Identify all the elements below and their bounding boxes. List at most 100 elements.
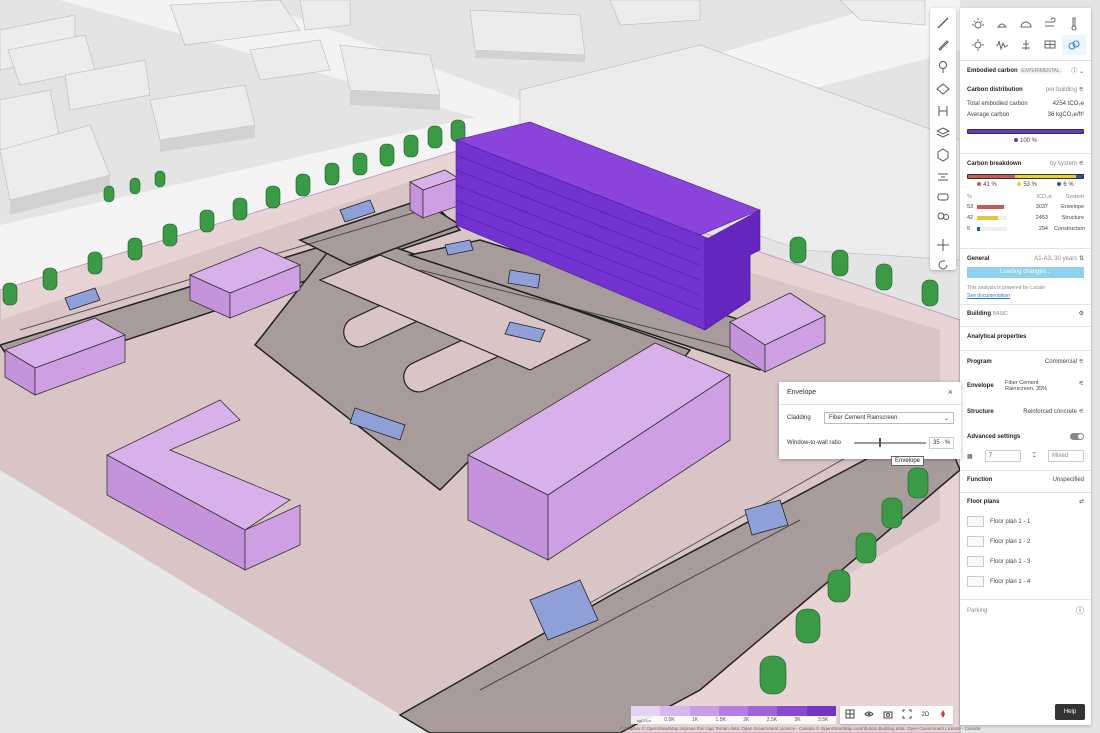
carbon-distribution-mode[interactable]: per building	[1046, 87, 1077, 93]
chevron-down-icon: ⌄	[943, 415, 949, 422]
envelope-value[interactable]: Fiber Cement Rainscreen, 35%	[1005, 380, 1067, 392]
help-button[interactable]: Help	[1055, 704, 1085, 720]
dome-icon[interactable]	[1014, 14, 1038, 34]
microclimate-icon[interactable]	[1014, 35, 1038, 55]
distribution-pct: 100 %	[1019, 138, 1037, 144]
compass-icon[interactable]	[938, 709, 948, 721]
function-label: Function	[967, 477, 993, 483]
cube-icon[interactable]	[933, 146, 953, 164]
function-value[interactable]: Unspecified	[1053, 477, 1084, 483]
general-row: General A1-A3, 30 years ⇅	[967, 255, 1084, 263]
floor-plans-label: Floor plans	[967, 498, 1000, 505]
adjust-icon[interactable]: ⇅	[1079, 256, 1084, 262]
pen-icon[interactable]	[933, 36, 953, 54]
parking-label: Parking	[967, 607, 988, 614]
distribution-pct-row: 100 %	[967, 138, 1084, 144]
embodied-carbon-icon[interactable]	[1062, 35, 1086, 55]
help-icon[interactable]: ⓘ	[1071, 69, 1077, 75]
building-badge: BASIC	[992, 310, 1008, 317]
breakdown-table-header: % tCO₂e System	[967, 194, 1084, 200]
scale-color-cell	[748, 706, 778, 716]
fit-view-icon[interactable]	[902, 709, 912, 721]
grid-icon[interactable]	[845, 709, 855, 721]
height-input[interactable]: Mixed	[1048, 450, 1084, 462]
floor-plan-item[interactable]: Floor plan 1 - 4	[967, 576, 1084, 587]
tree-icon[interactable]	[933, 58, 953, 76]
breakdown-bar	[967, 174, 1084, 179]
scale-color-cell	[806, 706, 836, 716]
total-carbon-row: Total embodied carbon 4254 tCO₂e	[967, 101, 1084, 107]
close-icon[interactable]: ×	[948, 387, 953, 397]
advanced-row: Advanced settings	[967, 433, 1084, 440]
breakdown-row-bar	[977, 227, 1007, 231]
tool-strip	[930, 8, 956, 270]
structure-label: Structure	[967, 408, 994, 415]
cladding-select[interactable]: Fiber Cement Rainscreen ⌄	[824, 412, 954, 424]
settings-sliders-icon[interactable]: ⚟	[1079, 87, 1084, 93]
program-label: Program	[967, 358, 992, 365]
settings-sliders-icon[interactable]: ⚟	[1079, 409, 1084, 415]
settings-sliders-icon[interactable]: ⚟	[1079, 359, 1084, 365]
floor-plan-thumbnail	[967, 516, 984, 527]
analysis-panel: Embodied carbon EXPERIMENTAL ⓘ ⌄ Carbon …	[960, 8, 1091, 725]
floors-input[interactable]: 7	[984, 450, 1021, 462]
move-icon[interactable]	[933, 236, 953, 254]
envelope-dialog: Envelope × Cladding Fiber Cement Rainscr…	[779, 382, 961, 459]
trees-icon[interactable]	[933, 208, 953, 226]
breakdown-row-bar	[977, 205, 1007, 209]
breakdown-mode[interactable]: by system	[1050, 161, 1077, 167]
carbon-distribution-row: Carbon distribution per building ⚟	[967, 86, 1084, 94]
program-value[interactable]: Commercial	[1045, 359, 1077, 365]
stack-icon[interactable]	[933, 124, 953, 142]
view-mode-toggle[interactable]: 2D	[921, 712, 929, 718]
powered-text-row: This analysis is powered by c.scale	[967, 285, 1084, 291]
structure-value[interactable]: Reinforced concrete	[1023, 409, 1077, 415]
advanced-toggle[interactable]	[1070, 433, 1084, 440]
draw-line-icon[interactable]	[933, 14, 953, 32]
chevron-down-icon[interactable]: ⌄	[1079, 69, 1084, 75]
general-label: General	[967, 255, 990, 262]
noise-icon[interactable]	[990, 35, 1014, 55]
documentation-link[interactable]: See documentation	[967, 293, 1010, 299]
height-icon: ⌶	[1032, 452, 1037, 459]
floor-plan-item[interactable]: Floor plan 1 - 1	[967, 516, 1084, 527]
sun-hours-icon[interactable]	[966, 35, 990, 55]
envelope-tooltip: Envelope	[891, 456, 925, 466]
floor-plan-item[interactable]: Floor plan 1 - 2	[967, 536, 1084, 547]
analysis-toolbar-2	[966, 35, 1086, 55]
wind-icon[interactable]	[1038, 14, 1062, 34]
layer-icon[interactable]	[933, 80, 953, 98]
road-icon[interactable]	[933, 168, 953, 186]
solar-panel-icon[interactable]	[1038, 35, 1062, 55]
breakdown-row-bar	[977, 216, 1007, 220]
settings-gear-icon[interactable]: ⚙	[1079, 310, 1084, 317]
floor-plans-row: Floor plans ⇄	[967, 498, 1084, 506]
parking-icon[interactable]	[933, 188, 953, 206]
breakdown-table-row: 42 2453 Structure	[967, 215, 1084, 221]
analysis-toolbar	[966, 14, 1086, 34]
camera-icon[interactable]	[883, 709, 893, 721]
settings-sliders-icon[interactable]: ⚟	[1079, 161, 1084, 167]
section-title: Embodied carbon	[967, 67, 1018, 74]
rotate-icon[interactable]	[933, 256, 953, 274]
scale-color-cell	[777, 706, 807, 716]
avg-carbon-row: Average carbon 36 kgCO₂e/ft²	[967, 112, 1084, 118]
sun-icon[interactable]	[966, 14, 990, 34]
thermometer-icon[interactable]	[1062, 14, 1086, 34]
swap-icon[interactable]: ⇄	[1079, 498, 1084, 505]
carbon-breakdown-row: Carbon breakdown by system ⚟	[967, 160, 1084, 168]
dimension-icon[interactable]	[933, 102, 953, 120]
map-attribution[interactable]: © Mapbox © OpenStreetMap Improve this ma…	[620, 726, 1095, 731]
wwr-slider[interactable]	[854, 438, 926, 447]
help-circle-icon[interactable]: ⓘ	[1076, 605, 1084, 616]
floor-plan-item[interactable]: Floor plan 1 - 3	[967, 556, 1084, 567]
settings-sliders-icon[interactable]: ⚟	[1079, 380, 1084, 387]
wwr-input[interactable]: 35 %	[929, 437, 954, 449]
slider-handle[interactable]	[879, 438, 881, 447]
floor-plan-thumbnail	[967, 536, 984, 547]
avg-label: Average carbon	[967, 112, 1010, 118]
scale-color-cell	[631, 706, 661, 716]
loading-button[interactable]: Loading changes...	[967, 267, 1084, 278]
eye-icon[interactable]	[864, 709, 874, 721]
daylight-icon[interactable]	[990, 14, 1014, 34]
